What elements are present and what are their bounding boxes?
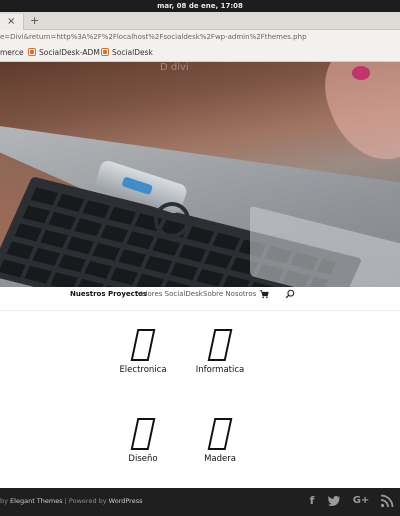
nav-item-sobre-nosotros[interactable]: Sobre Nosotros bbox=[203, 287, 256, 301]
category-icon bbox=[207, 418, 233, 450]
site-navigation: Nuestros Proyectos Valores SocialDesk So… bbox=[0, 287, 400, 311]
url-text[interactable]: e=Divi&return=http%3A%2F%2Flocalhost%2Fs… bbox=[0, 30, 307, 44]
rss-icon[interactable] bbox=[380, 494, 394, 508]
category-electronica[interactable]: Electronica bbox=[103, 329, 183, 375]
browser-tab-strip: × + bbox=[0, 12, 400, 30]
bookmark-commerce[interactable]: merce bbox=[0, 44, 24, 62]
site-icon bbox=[28, 48, 36, 56]
bookmarks-bar: merce SocialDesk-ADM SocialDesk bbox=[0, 44, 400, 62]
facebook-icon[interactable]: f bbox=[305, 494, 319, 508]
category-diseno[interactable]: Diseño bbox=[103, 418, 183, 464]
category-informatica[interactable]: Informatica bbox=[180, 329, 260, 375]
elegant-themes-link[interactable]: Elegant Themes bbox=[10, 497, 63, 505]
bookmark-label: SocialDesk-ADM bbox=[39, 48, 100, 57]
bookmark-socialdesk-adm[interactable]: SocialDesk-ADM bbox=[28, 44, 100, 62]
bookmark-label: SocialDesk bbox=[112, 48, 153, 57]
category-icon bbox=[130, 329, 156, 361]
category-label: Diseño bbox=[128, 454, 158, 464]
bookmark-socialdesk[interactable]: SocialDesk bbox=[101, 44, 153, 62]
nav-item-valores-socialdesk[interactable]: Valores SocialDesk bbox=[137, 287, 203, 301]
system-clock: mar, 08 de ene, 17:08 bbox=[157, 2, 243, 10]
site-icon bbox=[101, 48, 109, 56]
category-label: Informatica bbox=[195, 365, 245, 375]
site-footer: by Elegant Themes | Powered by WordPress… bbox=[0, 488, 400, 516]
search-icon[interactable] bbox=[285, 289, 295, 299]
new-tab-button[interactable]: + bbox=[30, 13, 39, 29]
hero-image: D divi bbox=[0, 62, 400, 287]
category-icon bbox=[207, 329, 233, 361]
nav-item-nuestros-proyectos[interactable]: Nuestros Proyectos bbox=[70, 287, 147, 301]
divi-logo: D divi bbox=[160, 62, 189, 73]
keyring-illustration bbox=[154, 202, 190, 238]
category-label: Madera bbox=[204, 454, 236, 464]
system-top-bar: mar, 08 de ene, 17:08 bbox=[0, 0, 400, 12]
close-tab-icon[interactable]: × bbox=[7, 14, 15, 30]
footer-credits: by Elegant Themes | Powered by WordPress bbox=[0, 497, 143, 505]
nail-illustration bbox=[352, 66, 370, 80]
address-bar[interactable]: e=Divi&return=http%3A%2F%2Flocalhost%2Fs… bbox=[0, 30, 400, 44]
categories-grid: Electronica Informatica Diseño Madera bbox=[0, 311, 400, 486]
cart-icon[interactable] bbox=[259, 289, 269, 299]
twitter-icon[interactable] bbox=[327, 494, 341, 508]
browser-tab[interactable]: × bbox=[0, 14, 24, 30]
bookmark-label: merce bbox=[0, 48, 24, 57]
category-icon bbox=[130, 418, 156, 450]
wordpress-link[interactable]: WordPress bbox=[109, 497, 143, 505]
category-madera[interactable]: Madera bbox=[180, 418, 260, 464]
category-label: Electronica bbox=[119, 365, 167, 375]
google-plus-icon[interactable]: G+ bbox=[351, 494, 371, 508]
